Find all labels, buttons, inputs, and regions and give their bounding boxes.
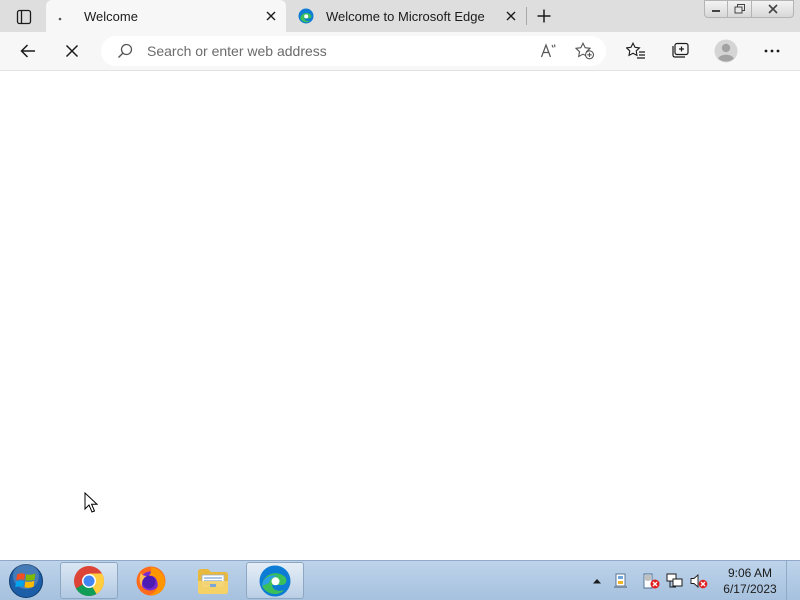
folder-icon (198, 568, 228, 594)
tray-action-center[interactable] (642, 573, 660, 589)
close-icon (266, 11, 276, 21)
address-bar[interactable] (101, 36, 606, 66)
search-icon (118, 43, 133, 58)
collections-button[interactable] (665, 37, 695, 65)
start-button[interactable] (6, 563, 46, 599)
tab-strip: Welcome Welcome to Microsoft Edge (0, 0, 800, 32)
more-icon (764, 49, 780, 53)
minimize-icon (712, 10, 720, 12)
tab-actions-button[interactable] (10, 6, 38, 28)
collections-icon (672, 42, 689, 58)
new-tab-button[interactable] (530, 4, 558, 28)
edge-logo-icon (259, 565, 291, 596)
restore-icon (734, 4, 745, 14)
favorites-icon (626, 42, 645, 59)
tab-welcome[interactable]: Welcome (46, 0, 286, 32)
windows-start-icon (9, 563, 43, 598)
tab-welcome-to-microsoft-edge[interactable]: Welcome to Microsoft Edge (288, 0, 526, 32)
network-device-icon (614, 573, 627, 588)
network-icon (666, 573, 683, 588)
web-content[interactable] (0, 71, 800, 560)
tab-actions-icon (16, 9, 32, 25)
chrome-icon (74, 565, 105, 596)
tab-close-button[interactable] (260, 5, 282, 27)
show-hidden-icons-icon (593, 579, 601, 584)
taskbar-app-firefox[interactable] (122, 562, 180, 599)
taskbar-clock[interactable]: 9:06 AM 6/17/2023 (716, 565, 784, 597)
minimize-button[interactable] (704, 0, 728, 18)
loading-dot-icon (56, 8, 72, 24)
add-favorite-button[interactable] (573, 40, 597, 62)
tray-volume[interactable] (690, 573, 708, 589)
add-favorite-icon (575, 42, 595, 60)
close-icon (506, 11, 516, 21)
back-arrow-icon (20, 44, 35, 58)
profile-button[interactable] (711, 37, 741, 65)
screen: Welcome Welcome to Microsoft Edge Search… (0, 0, 800, 600)
window-close-button[interactable] (751, 0, 794, 18)
read-aloud-button[interactable] (537, 40, 561, 62)
show-desktop-button[interactable] (786, 561, 800, 600)
taskbar-app-file-explorer[interactable] (184, 562, 242, 599)
stop-loading-button[interactable] (57, 37, 87, 65)
volume-muted-icon (690, 574, 708, 589)
taskbar-app-chrome[interactable] (60, 562, 118, 599)
tray-network[interactable] (666, 573, 684, 589)
settings-and-more-button[interactable] (757, 37, 787, 65)
tab-separator (526, 7, 527, 25)
clock-date: 6/17/2023 (723, 582, 777, 596)
favorites-button[interactable] (621, 37, 651, 65)
tab-title: Welcome to Microsoft Edge (326, 8, 485, 24)
tab-title: Welcome (84, 8, 138, 24)
edge-logo-icon (298, 8, 314, 24)
stop-loading-icon (65, 44, 79, 58)
browser-toolbar (0, 32, 800, 71)
address-input[interactable] (147, 40, 527, 62)
tray-network-device[interactable] (612, 573, 630, 589)
taskbar: 9:06 AM 6/17/2023 (0, 560, 800, 600)
read-aloud-icon (540, 43, 556, 58)
close-icon (767, 4, 778, 14)
restore-button[interactable] (727, 0, 752, 18)
tab-close-button[interactable] (500, 5, 522, 27)
clock-time: 9:06 AM (727, 566, 773, 580)
mouse-cursor-icon (84, 491, 99, 519)
profile-avatar-icon (714, 39, 738, 63)
taskbar-app-microsoft-edge[interactable] (246, 562, 304, 599)
action-center-error-icon (643, 573, 660, 589)
back-button[interactable] (13, 37, 43, 65)
plus-icon (537, 9, 551, 23)
show-hidden-icons-button[interactable] (588, 573, 606, 589)
firefox-icon (136, 566, 166, 595)
